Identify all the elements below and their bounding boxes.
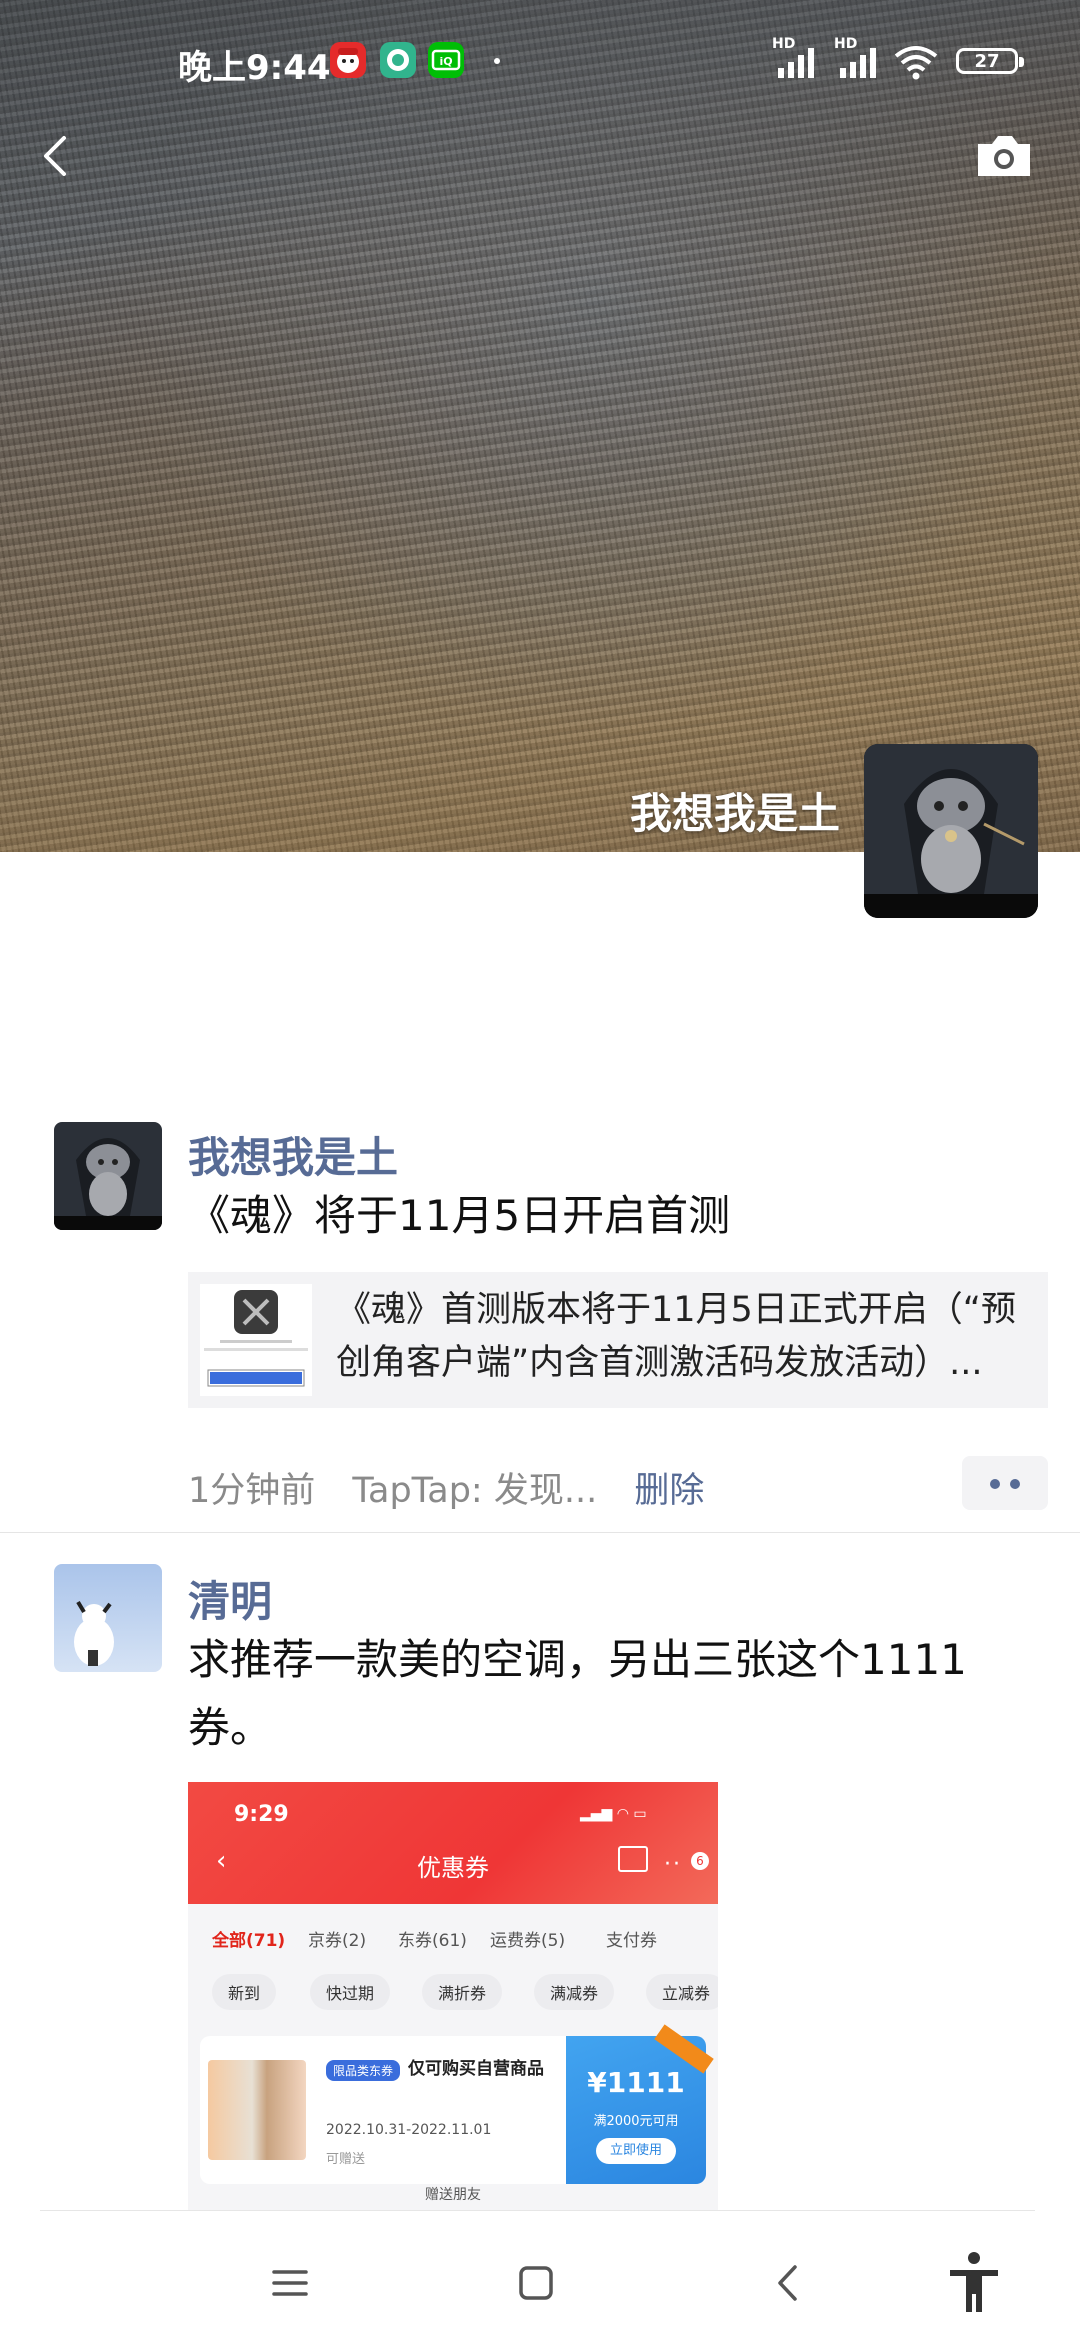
camera-icon [978,136,1030,176]
svg-text:iQ: iQ [439,55,452,68]
image-more-icon: ·· [664,1852,682,1877]
back-chevron-icon [44,136,66,176]
image-tab: 东券(61) [398,1931,467,1951]
divider [0,1532,1080,1533]
image-time: 9:29 [234,1802,289,1827]
image-signal-icon: ▂▄▆ ◠ ▭ [580,1806,647,1822]
post-avatar[interactable] [54,1564,162,1672]
delete-link[interactable]: 删除 [634,1471,704,1511]
notification-dot [494,58,500,64]
post-avatar[interactable] [54,1122,162,1230]
shared-link-card[interactable]: 《魂》首测版本将于11月5日正式开启（“预创角客户端”内含首测激活码发放活动）.… [188,1272,1048,1408]
battery-icon: 27 [956,48,1024,74]
cover-username[interactable]: 我想我是土 [630,780,840,841]
menu-icon [272,2270,308,2296]
post-text: 求推荐一款美的空调，另出三张这个1111券。 [188,1635,967,1752]
post-image[interactable]: 9:29 ▂▄▆ ◠ ▭ ‹ 优惠券 ·· 6 全部(71) 京券(2) 东券(… [188,1782,718,2210]
cover-avatar[interactable] [864,744,1038,918]
system-nav-bar [0,2210,1080,2340]
image-coupon-icon [618,1846,648,1872]
image-badge: 6 [691,1852,709,1870]
image-tab: 全部(71) [212,1931,286,1951]
iqiyi-icon: iQ [428,42,464,78]
divider [40,2210,1035,2211]
cover-photo[interactable] [0,0,1080,852]
post-text: 《魂》将于11月5日开启首测 [188,1191,731,1240]
signal-icon [840,48,876,78]
image-chip: 新到 [212,1974,277,2010]
more-button[interactable] [962,1456,1048,1510]
more-dots-icon [1010,1479,1020,1489]
post-time: 1分钟前 [188,1471,316,1511]
post-author[interactable]: 我想我是土 [188,1124,398,1185]
image-tab: 运费券(5) [490,1931,566,1951]
status-bar: 晚上9:44 iQ HD HD 27 [0,36,1080,88]
image-chip: 快过期 [310,1974,391,2010]
menu-button[interactable] [265,2258,315,2308]
link-text: 《魂》首测版本将于11月5日正式开启（“预创角客户端”内含首测激活码发放活动）.… [336,1290,1016,1383]
back-button[interactable] [30,126,80,186]
more-dots-icon [990,1479,1000,1489]
image-coupon-dates: 2022.10.31-2022.11.01 [326,2122,492,2138]
home-button[interactable] [511,2258,561,2308]
image-chip: 立减券 [646,1974,718,2010]
app-notification-icon [330,42,366,78]
accessibility-icon [950,2252,998,2312]
home-square-icon [519,2266,553,2300]
image-coupon-gift: 可赠送 [326,2152,366,2167]
image-tab: 京券(2) [308,1931,367,1951]
post-author[interactable]: 清明 [188,1568,272,1629]
camera-button[interactable] [972,130,1036,182]
image-coupon-condition: 满2000元可用 [593,2114,679,2129]
image-product-photo [208,2060,306,2160]
image-tab: 支付券 [606,1931,657,1951]
status-time: 晚上9:44 [178,48,331,88]
image-coupon-use: 立即使用 [596,2138,676,2164]
app-notification-icon [380,42,416,78]
image-footer: 赠送朋友 [425,2187,481,2203]
image-header: 9:29 ▂▄▆ ◠ ▭ ‹ 优惠券 ·· 6 [188,1782,718,1904]
image-chip: 满减券 [534,1974,615,2010]
link-thumbnail [200,1284,312,1396]
nav-back-button[interactable] [764,2258,814,2308]
image-coupon-amount: ¥1111 [587,2066,685,2099]
post-source[interactable]: TapTap: 发现... [352,1471,597,1511]
image-coupon-tag: 限品类东券 [326,2060,401,2081]
image-coupon-card: 仅可购买自营商品 限品类东券 2022.10.31-2022.11.01 可赠送… [200,2024,714,2184]
signal-icon [778,48,814,78]
image-chip: 满折券 [422,1974,503,2010]
post-meta: 1分钟前 TapTap: 发现... 删除 [188,1462,730,1513]
image-coupon-value: ¥1111 满2000元可用 立即使用 [566,2024,714,2184]
nav-back-icon [778,2265,797,2301]
accessibility-button[interactable] [944,2250,1004,2316]
wifi-icon [894,46,938,80]
